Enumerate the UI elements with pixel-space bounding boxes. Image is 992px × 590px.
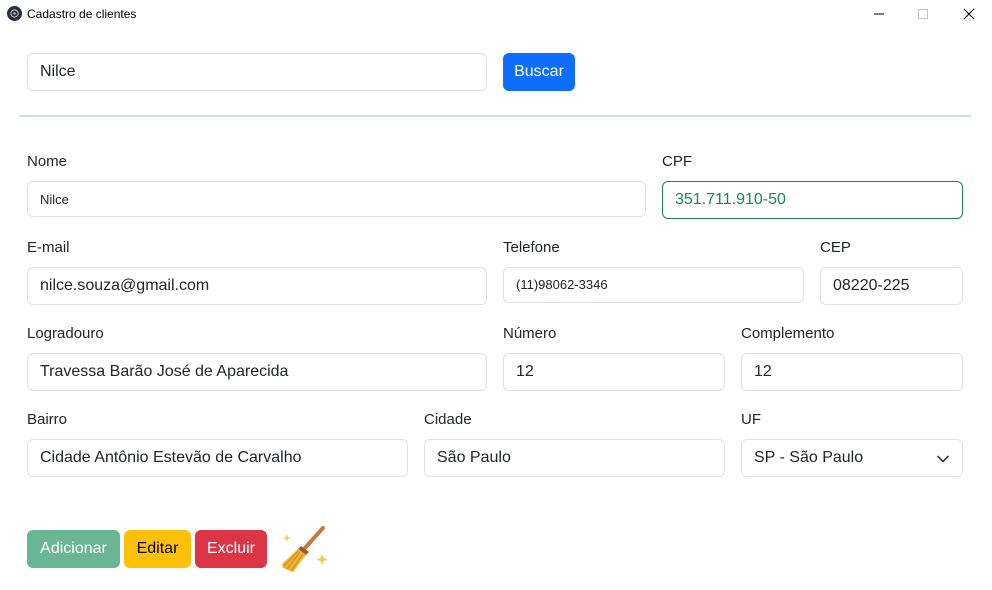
uf-select[interactable]: SP - São Paulo	[741, 439, 963, 477]
maximize-icon[interactable]	[900, 0, 946, 28]
nome-label: Nome	[27, 153, 68, 170]
app-icon	[7, 6, 22, 21]
divider	[19, 115, 971, 117]
cep-field[interactable]: 08220-225	[820, 267, 963, 305]
cpf-label: CPF	[662, 153, 692, 170]
bairro-field[interactable]: Cidade Antônio Estevão de Carvalho	[27, 439, 408, 477]
window-title: Cadastro de clientes	[27, 7, 137, 21]
cpf-field[interactable]: 351.711.910-50	[662, 181, 963, 219]
nome-field[interactable]: Nilce	[27, 181, 646, 217]
email-label: E-mail	[27, 239, 70, 256]
search-input[interactable]: Nilce	[27, 53, 487, 91]
minimize-icon[interactable]	[856, 0, 902, 28]
numero-field[interactable]: 12	[503, 353, 725, 391]
numero-label: Número	[503, 325, 557, 342]
uf-select-value: SP - São Paulo	[754, 449, 864, 466]
search-button[interactable]: Buscar	[503, 53, 575, 91]
logradouro-field[interactable]: Travessa Barão José de Aparecida	[27, 353, 487, 391]
telefone-field[interactable]: (11)98062-3346	[503, 267, 804, 303]
logradouro-label: Logradouro	[27, 325, 104, 342]
cidade-label: Cidade	[424, 411, 472, 428]
cep-label: CEP	[820, 239, 851, 256]
email-field[interactable]: nilce.souza@gmail.com	[27, 267, 487, 305]
close-icon[interactable]	[946, 0, 992, 28]
chevron-down-icon	[937, 455, 949, 463]
telefone-label: Telefone	[503, 239, 560, 256]
complemento-label: Complemento	[741, 325, 835, 342]
uf-label: UF	[741, 411, 761, 428]
window-titlebar: Cadastro de clientes	[0, 0, 992, 28]
cidade-field[interactable]: São Paulo	[424, 439, 725, 477]
bairro-label: Bairro	[27, 411, 68, 428]
delete-button[interactable]: Excluir	[195, 530, 267, 568]
complemento-field[interactable]: 12	[741, 353, 963, 391]
edit-button[interactable]: Editar	[124, 530, 191, 568]
broom-icon[interactable]	[279, 524, 331, 576]
add-button[interactable]: Adicionar	[27, 530, 120, 568]
